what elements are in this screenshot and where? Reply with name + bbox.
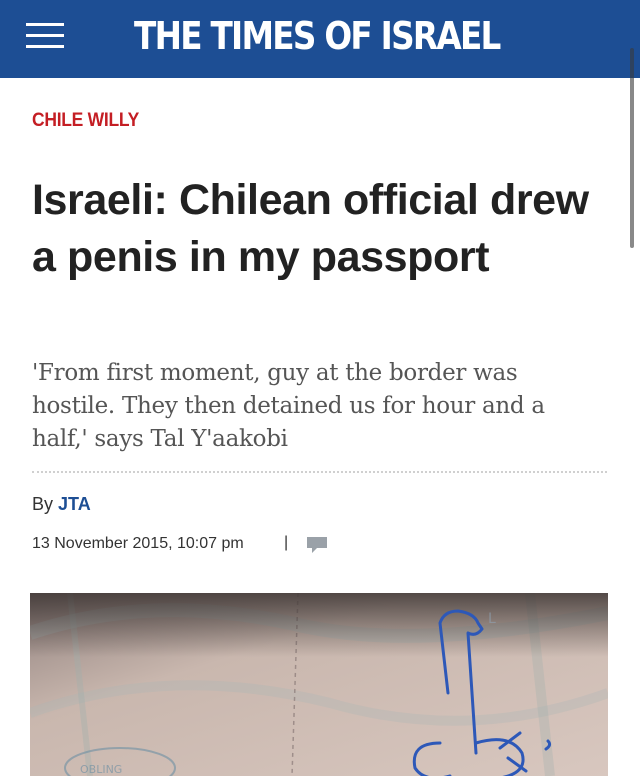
svg-text:L: L: [488, 611, 496, 627]
article-photo[interactable]: OBLING L: [30, 593, 608, 776]
site-header: THE TIMES OF ISRAEL: [0, 0, 640, 78]
divider: [32, 471, 607, 473]
article-subhead: 'From first moment, guy at the border wa…: [32, 360, 545, 452]
meta-separator: |: [284, 534, 289, 551]
byline: By JTA: [32, 494, 91, 515]
stamp-text: OBLING: [80, 763, 122, 776]
site-logo[interactable]: THE TIMES OF ISRAEL: [134, 6, 501, 66]
passport-photo: OBLING L: [30, 593, 608, 776]
scrollbar[interactable]: [630, 48, 634, 248]
publish-date: 13 November 2015, 10:07 pm: [32, 535, 244, 552]
author-link[interactable]: JTA: [58, 494, 91, 514]
article-headline: Israeli: Chilean official drew a penis i…: [32, 176, 589, 281]
article-kicker[interactable]: CHILE WILLY: [32, 110, 139, 132]
byline-prefix: By: [32, 494, 54, 514]
comment-icon[interactable]: [306, 536, 328, 554]
hamburger-menu-icon[interactable]: [26, 17, 64, 55]
